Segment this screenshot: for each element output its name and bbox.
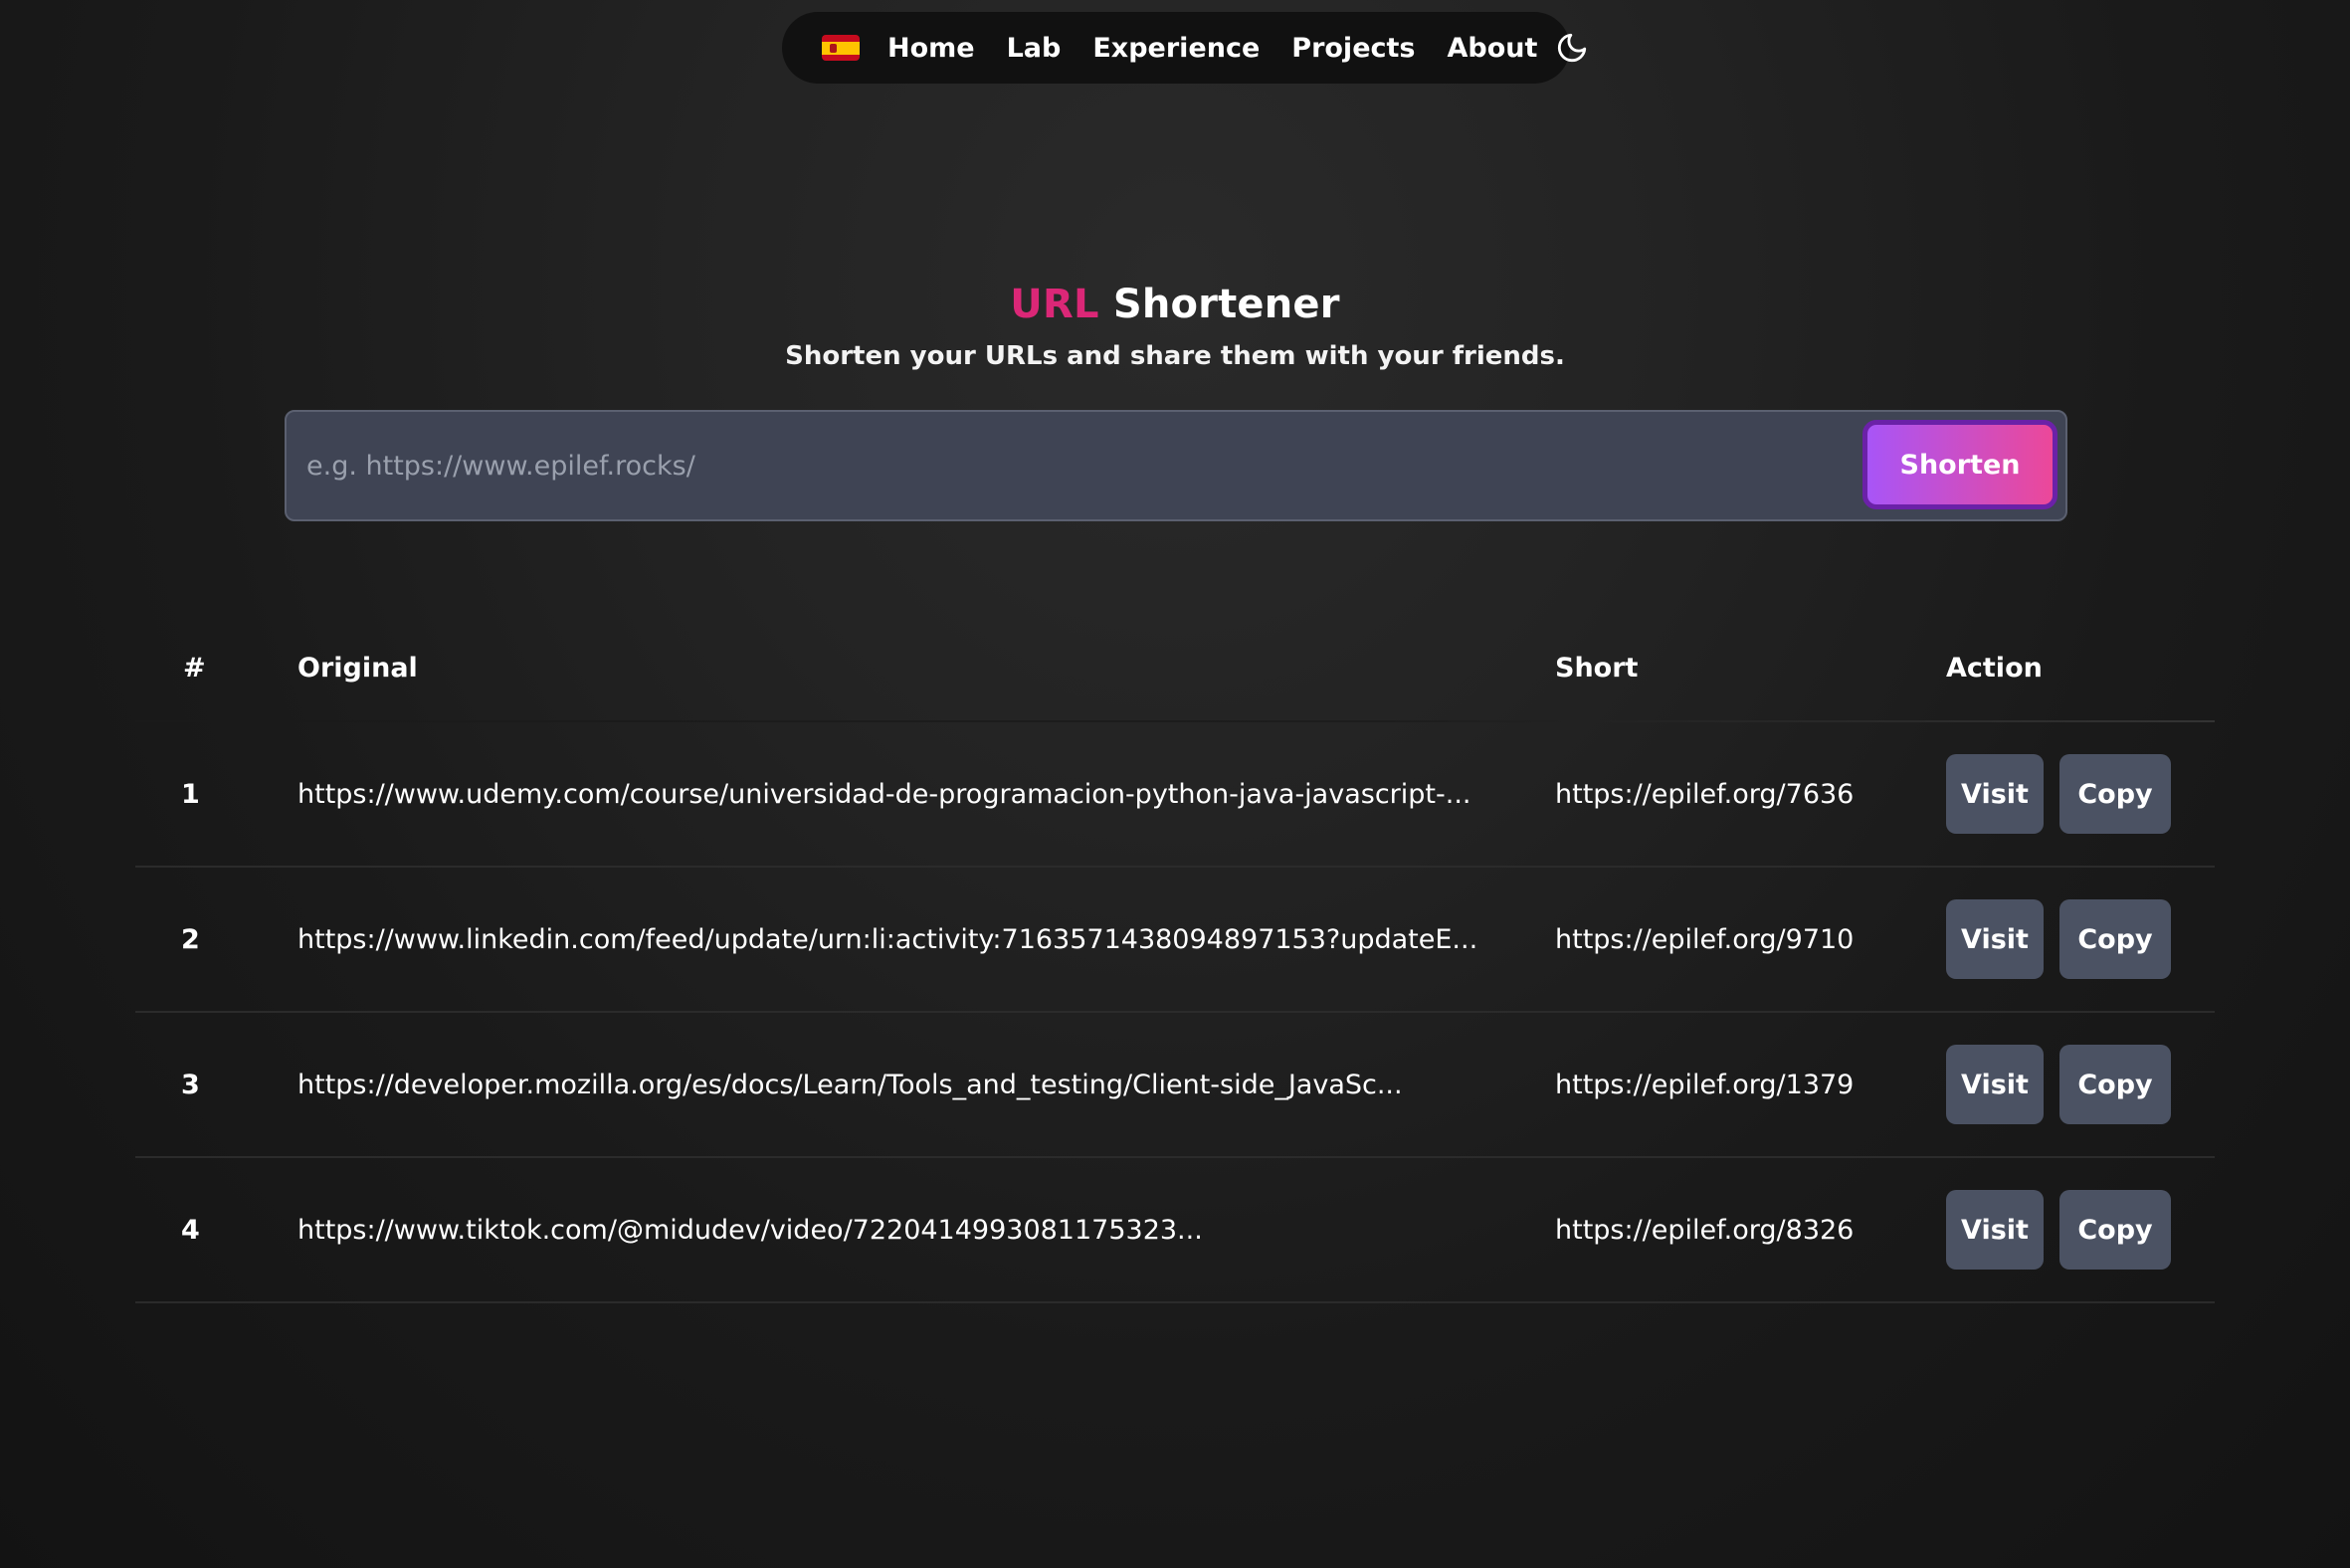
short-url: https://epilef.org/7636 <box>1555 778 1855 810</box>
copy-button[interactable]: Copy <box>2059 899 2171 979</box>
urls-table: # Original Short Action 1 https://www.ud… <box>135 615 2215 1303</box>
header-action: Action <box>1946 653 2043 684</box>
row-number: 1 <box>181 778 200 810</box>
nav-link-home[interactable]: Home <box>887 33 975 64</box>
copy-button[interactable]: Copy <box>2059 754 2171 834</box>
spain-flag-icon[interactable] <box>822 35 860 61</box>
row-actions: Visit Copy <box>1946 722 2171 866</box>
original-url: https://www.linkedin.com/feed/update/urn… <box>297 923 1478 955</box>
table-row: 4 https://www.tiktok.com/@midudev/video/… <box>135 1158 2215 1303</box>
visit-button[interactable]: Visit <box>1946 754 2044 834</box>
table-header: # Original Short Action <box>135 615 2215 722</box>
page-subtitle: Shorten your URLs and share them with yo… <box>785 341 1565 371</box>
header-number: # <box>183 653 206 684</box>
row-actions: Visit Copy <box>1946 868 2171 1011</box>
original-url: https://developer.mozilla.org/es/docs/Le… <box>297 1069 1403 1100</box>
short-url: https://epilef.org/9710 <box>1555 923 1855 955</box>
row-number: 4 <box>181 1214 200 1246</box>
original-url: https://www.tiktok.com/@midudev/video/72… <box>297 1214 1203 1246</box>
visit-button[interactable]: Visit <box>1946 1190 2044 1270</box>
table-row: 2 https://www.linkedin.com/feed/update/u… <box>135 868 2215 1013</box>
row-number: 2 <box>181 923 200 955</box>
page-title: URL Shortener <box>0 282 2350 327</box>
shorten-form: Shorten <box>285 410 2067 521</box>
visit-button[interactable]: Visit <box>1946 1045 2044 1124</box>
original-url: https://www.udemy.com/course/universidad… <box>297 778 1471 810</box>
row-actions: Visit Copy <box>1946 1158 2171 1301</box>
visit-button[interactable]: Visit <box>1946 899 2044 979</box>
top-navigation: Home Lab Experience Projects About <box>782 12 1587 84</box>
moon-icon[interactable] <box>1555 30 1589 66</box>
copy-button[interactable]: Copy <box>2059 1190 2171 1270</box>
nav-link-projects[interactable]: Projects <box>1291 33 1415 64</box>
header-short: Short <box>1555 653 1639 684</box>
nav-link-about[interactable]: About <box>1447 33 1537 64</box>
title-accent: URL <box>1010 282 1099 327</box>
copy-button[interactable]: Copy <box>2059 1045 2171 1124</box>
row-actions: Visit Copy <box>1946 1013 2171 1156</box>
short-url: https://epilef.org/8326 <box>1555 1214 1855 1246</box>
short-url: https://epilef.org/1379 <box>1555 1069 1855 1100</box>
title-rest: Shortener <box>1112 282 1340 327</box>
nav-link-experience[interactable]: Experience <box>1092 33 1260 64</box>
header-original: Original <box>297 653 418 684</box>
row-number: 3 <box>181 1069 200 1100</box>
nav-link-lab[interactable]: Lab <box>1007 33 1062 64</box>
shorten-button[interactable]: Shorten <box>1862 420 2057 509</box>
table-row: 1 https://www.udemy.com/course/universid… <box>135 722 2215 868</box>
url-input[interactable] <box>287 412 1839 519</box>
table-row: 3 https://developer.mozilla.org/es/docs/… <box>135 1013 2215 1158</box>
